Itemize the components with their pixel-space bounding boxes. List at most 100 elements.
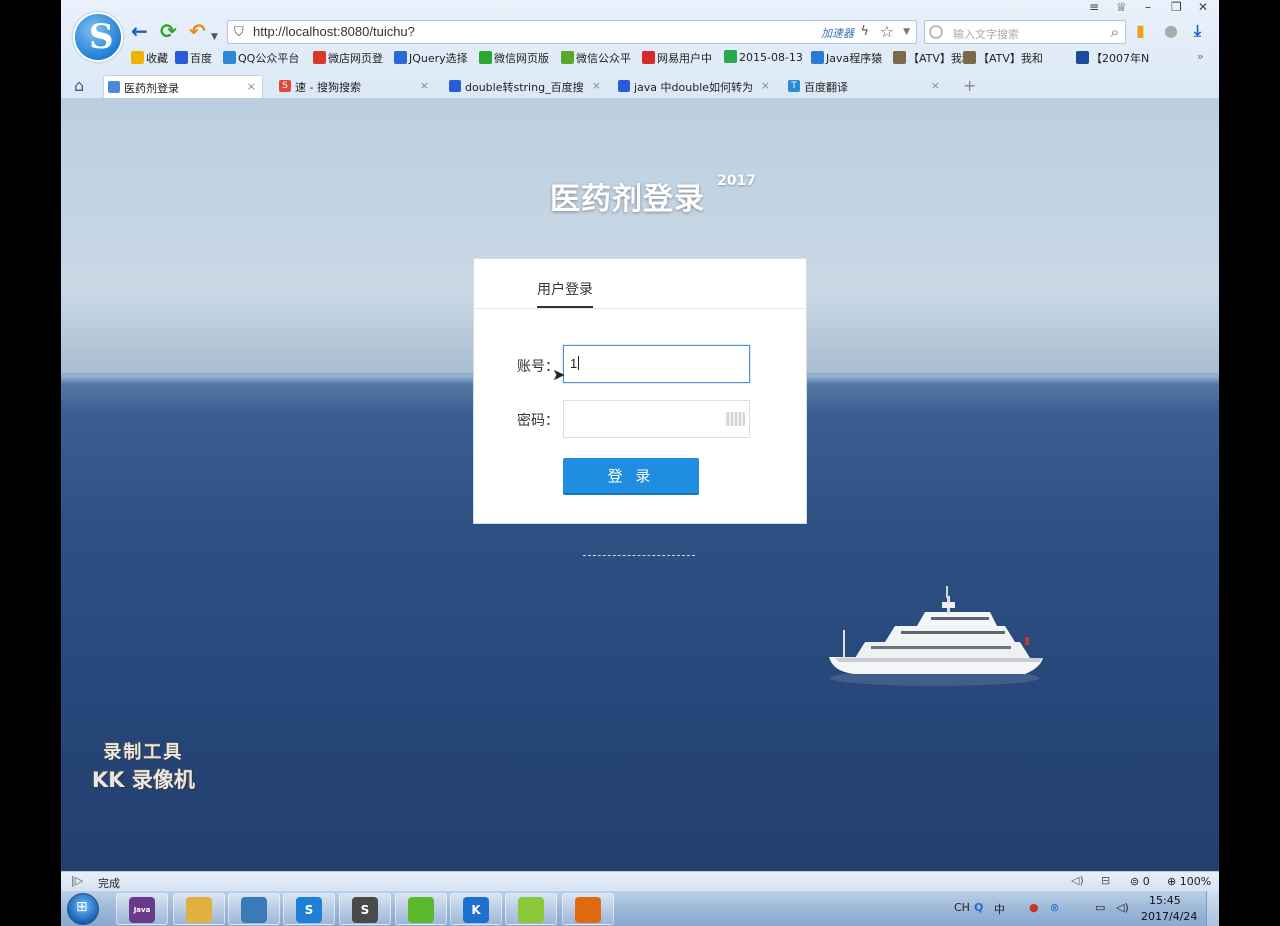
taskbar-sogou-browser[interactable]: S: [283, 893, 335, 925]
login-tabs: 用户登录: [474, 259, 806, 309]
watermark-line1: 录制工具: [103, 742, 184, 763]
status-bar: |▷ 完成 ◁) ⊟ ⊜ 0 ⊕ 100%: [61, 871, 1219, 890]
lightning-icon[interactable]: ϟ: [860, 24, 869, 39]
favorite-item[interactable]: 2015-08-13: [724, 50, 803, 64]
favorites-overflow-icon[interactable]: »: [1197, 50, 1204, 63]
download-icon[interactable]: ⤓: [1194, 21, 1201, 41]
favorite-item[interactable]: 【ATV】我和: [893, 50, 973, 66]
taskbar-java-ee-ide[interactable]: Java EE: [116, 893, 168, 925]
favorite-label: 微信网页版: [494, 52, 549, 65]
tab-close-icon[interactable]: ×: [247, 80, 256, 93]
status-text: 完成: [98, 877, 120, 890]
clock-time[interactable]: 15:45: [1149, 894, 1181, 907]
search-icon[interactable]: ⌕: [1111, 23, 1119, 41]
close-icon[interactable]: ✕: [1198, 0, 1208, 14]
favorite-item[interactable]: QQ公众平台: [223, 50, 299, 66]
url-text[interactable]: http://localhost:8080/tuichu?: [253, 24, 415, 39]
file-explorer-icon: [186, 897, 212, 923]
clock-date[interactable]: 2017/4/24: [1141, 910, 1197, 923]
address-bar[interactable]: ⛉ http://localhost:8080/tuichu? 加速器 ϟ ☆ …: [227, 20, 917, 44]
search-engine-icon[interactable]: [929, 25, 943, 39]
password-field[interactable]: [563, 400, 750, 438]
home-icon[interactable]: ⌂: [74, 76, 84, 95]
chevron-down-icon[interactable]: ▼: [903, 27, 910, 37]
app-icon[interactable]: ▮: [1136, 21, 1145, 40]
favorite-label: 微信公众平: [576, 52, 631, 65]
tab-close-icon[interactable]: ×: [761, 79, 770, 92]
favorite-item[interactable]: 【2007年N: [1076, 50, 1149, 66]
ime-mode[interactable]: 中: [994, 901, 1005, 917]
page-title: 医药剂登录: [550, 182, 705, 217]
toolbox-icon[interactable]: ⊟: [1101, 874, 1110, 887]
keyboard-icon[interactable]: [725, 412, 745, 426]
reload-icon[interactable]: ⟳: [160, 20, 177, 42]
browser-tab[interactable]: double转string_百度搜 ×: [445, 75, 607, 98]
input-language[interactable]: CH: [954, 901, 970, 914]
tab-close-icon[interactable]: ×: [592, 79, 601, 92]
start-button[interactable]: ⊞: [67, 893, 99, 925]
favorite-item[interactable]: 微信公众平: [561, 50, 631, 66]
chevron-down-icon[interactable]: ▼: [211, 26, 218, 48]
favorite-label: 【2007年N: [1091, 52, 1150, 65]
show-desktop-button[interactable]: [1206, 891, 1219, 926]
text-caret: [578, 356, 580, 370]
accelerator-button[interactable]: 加速器: [821, 25, 854, 41]
taskbar-sublime-text[interactable]: S: [339, 893, 391, 925]
undo-icon[interactable]: ↶: [189, 20, 206, 42]
taskbar-fox-app[interactable]: [562, 893, 614, 925]
browser-chrome: S ← ⟳ ↶ ▼ ⛉ http://localhost:8080/tuichu…: [61, 0, 1219, 98]
favorite-label: JQuery选择: [409, 52, 468, 65]
browser-tab[interactable]: T 百度翻译 ×: [784, 75, 946, 98]
zoom-value: 100%: [1179, 875, 1212, 888]
browser-tab[interactable]: S 速 - 搜狗搜索 ×: [275, 75, 435, 98]
ad-block-counter[interactable]: ⊜ 0: [1130, 875, 1150, 888]
taskbar-green-app[interactable]: [395, 893, 447, 925]
tab-title: 百度翻译: [804, 81, 848, 94]
kk-tray-icon[interactable]: ⊗: [1050, 901, 1059, 914]
login-box: 用户登录 账号： 1 密码： 登 录: [473, 258, 807, 524]
browser-tab[interactable]: 医药剂登录 ×: [103, 75, 263, 98]
favorite-icon: [394, 51, 407, 64]
tab-title: 速 - 搜狗搜索: [295, 81, 361, 94]
favorite-item[interactable]: 【ATV】我和: [963, 50, 1043, 66]
menu-icon[interactable]: ≡: [1089, 0, 1099, 14]
skin-icon[interactable]: ♕: [1116, 0, 1127, 14]
account-field[interactable]: 1: [563, 345, 750, 383]
network-icon[interactable]: ▭: [1095, 901, 1105, 914]
new-tab-button[interactable]: +: [963, 76, 976, 95]
tab-close-icon[interactable]: ×: [420, 79, 429, 92]
favorite-item[interactable]: JQuery选择: [394, 50, 468, 66]
browser-tab[interactable]: java 中double如何转为 ×: [614, 75, 776, 98]
tray-app-icon[interactable]: ●: [1029, 901, 1039, 914]
favorite-label: 收藏: [146, 52, 168, 65]
favorite-icon: [223, 51, 236, 64]
taskbar-image-viewer[interactable]: [228, 893, 280, 925]
favorite-item[interactable]: 微信网页版: [479, 50, 549, 66]
star-icon[interactable]: ☆: [880, 22, 894, 41]
volume-icon[interactable]: ◁): [1116, 901, 1129, 914]
tab-close-icon[interactable]: ×: [931, 79, 940, 92]
favorite-item[interactable]: 收藏: [131, 50, 168, 66]
account-value: 1: [570, 356, 578, 371]
sound-icon[interactable]: ◁): [1071, 874, 1084, 887]
favorite-item[interactable]: 网易用户中: [642, 50, 712, 66]
search-input[interactable]: 输入文字搜索 ⌕: [924, 20, 1126, 44]
favorite-item[interactable]: 微店网页登: [313, 50, 383, 66]
favorite-label: 百度: [190, 52, 212, 65]
taskbar-file-explorer[interactable]: [173, 893, 225, 925]
restore-icon[interactable]: ❐: [1171, 0, 1182, 14]
tab-user-login[interactable]: 用户登录: [537, 279, 593, 308]
zoom-control[interactable]: ⊕ 100%: [1167, 875, 1211, 888]
taskbar-kk-recorder[interactable]: K: [450, 893, 502, 925]
extension-icon[interactable]: ●: [1164, 21, 1178, 40]
login-button[interactable]: 登 录: [563, 458, 699, 495]
favorite-item[interactable]: 百度: [175, 50, 212, 66]
sogou-logo[interactable]: S: [73, 12, 123, 62]
screen: S ← ⟳ ↶ ▼ ⛉ http://localhost:8080/tuichu…: [61, 0, 1219, 926]
sidebar-toggle-icon[interactable]: |▷: [71, 874, 83, 887]
back-arrow-icon[interactable]: ←: [131, 20, 148, 42]
favorite-item[interactable]: Java程序猿: [811, 50, 882, 66]
taskbar-android-app[interactable]: [505, 893, 557, 925]
minimize-icon[interactable]: –: [1145, 0, 1151, 14]
ime-icon[interactable]: Q: [974, 901, 983, 914]
